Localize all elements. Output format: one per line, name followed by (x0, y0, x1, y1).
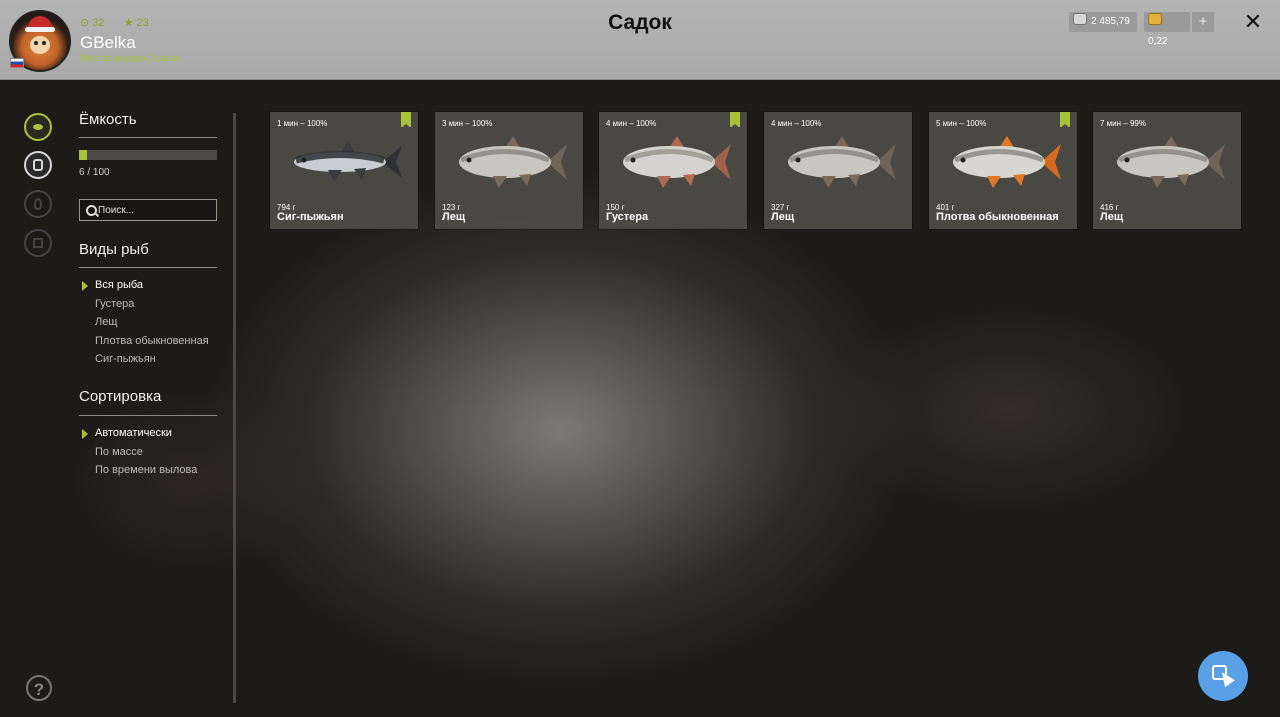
species-filter-item[interactable]: Сиг-пыжьян (95, 353, 156, 365)
gold-amount: 0,22 (1148, 36, 1168, 47)
species-filter-item[interactable]: Лещ (95, 316, 117, 328)
keepnet-basket-icon[interactable] (24, 151, 52, 179)
silver-coin-icon (1073, 13, 1087, 25)
background-glow (820, 300, 1200, 520)
campfire-icon[interactable] (24, 190, 52, 218)
catch-time-label: 1 мин – 100% (277, 119, 328, 128)
fish-card[interactable]: 4 мин – 100% 327 г Лещ (764, 112, 912, 229)
add-currency-button[interactable]: + (1192, 12, 1214, 32)
fish-card[interactable]: 1 мин – 100% 794 г Сиг-пыжьян (270, 112, 418, 229)
search-field[interactable] (79, 199, 217, 221)
help-button[interactable]: ? (26, 675, 52, 701)
catch-time-label: 5 мин – 100% (936, 119, 987, 128)
fish-image (288, 134, 404, 190)
fish-card[interactable]: 3 мин – 100% 123 г Лещ (435, 112, 583, 229)
fish-name: Лещ (442, 211, 466, 223)
panel-divider (233, 113, 236, 703)
species-filter-item[interactable]: Густера (95, 298, 134, 310)
fish-name: Плотва обыкновенная (936, 211, 1059, 223)
catch-time-label: 4 мин – 100% (606, 119, 657, 128)
bookmark-icon[interactable] (401, 112, 411, 128)
silver-balance[interactable]: 2 485,79 (1069, 12, 1137, 32)
fish-image (1111, 134, 1227, 190)
fish-image (617, 134, 733, 190)
top-bar: ⊙ 32 ★ 23 GBelka Мастер фидера 2 ранга С… (0, 0, 1280, 80)
sort-title: Сортировка (79, 388, 162, 405)
fish-image (453, 134, 569, 190)
bookmark-icon[interactable] (1060, 112, 1070, 128)
fish-image (782, 134, 898, 190)
divider (79, 267, 217, 268)
search-icon (86, 205, 97, 216)
species-filter-item[interactable]: Вся рыба (95, 279, 143, 291)
fish-card[interactable]: 4 мин – 100% 150 г Густера (599, 112, 747, 229)
silver-amount: 2 485,79 (1091, 16, 1130, 27)
sort-option[interactable]: По времени вылова (95, 464, 197, 476)
gold-balance[interactable]: 0,22 (1144, 12, 1190, 47)
keepnet-fish-icon[interactable] (24, 113, 52, 141)
divider (79, 415, 217, 416)
home-icon[interactable] (24, 229, 52, 257)
capacity-text: 6 / 100 (79, 167, 110, 178)
fish-name: Густера (606, 211, 649, 223)
capacity-bar (79, 150, 217, 160)
search-input[interactable] (98, 202, 208, 218)
russia-flag-icon (10, 58, 24, 68)
sort-option[interactable]: По массе (95, 446, 143, 458)
player-name: GBelka (80, 33, 136, 52)
close-button[interactable]: ✕ (1240, 9, 1266, 35)
player-rank: Мастер фидера 2 ранга (80, 53, 180, 63)
catch-time-label: 3 мин – 100% (442, 119, 493, 128)
sort-option[interactable]: Автоматически (95, 427, 172, 439)
avatar-eye (34, 41, 38, 45)
fish-card[interactable]: 5 мин – 100% 401 г Плотва обыкновенная (929, 112, 1077, 229)
capacity-bar-fill (79, 150, 88, 160)
selected-arrow-icon (82, 429, 88, 439)
cursor-mode-button[interactable] (1198, 651, 1248, 701)
divider (79, 137, 217, 138)
gold-coin-icon (1148, 13, 1162, 25)
fish-image (947, 134, 1063, 190)
avatar-eye (42, 41, 46, 45)
fish-card[interactable]: 7 мин – 99% 416 г Лещ (1093, 112, 1241, 229)
catch-time-label: 4 мин – 100% (771, 119, 822, 128)
species-title: Виды рыб (79, 241, 149, 258)
fish-name: Лещ (771, 211, 795, 223)
species-filter-item[interactable]: Плотва обыкновенная (95, 335, 209, 347)
fish-name: Лещ (1100, 211, 1124, 223)
selected-arrow-icon (82, 281, 88, 291)
fish-name: Сиг-пыжьян (277, 211, 344, 223)
background-glow (60, 380, 320, 580)
catch-time-label: 7 мин – 99% (1100, 119, 1146, 128)
capacity-title: Ёмкость (79, 111, 137, 128)
avatar-face (30, 36, 50, 54)
bookmark-icon[interactable] (730, 112, 740, 128)
